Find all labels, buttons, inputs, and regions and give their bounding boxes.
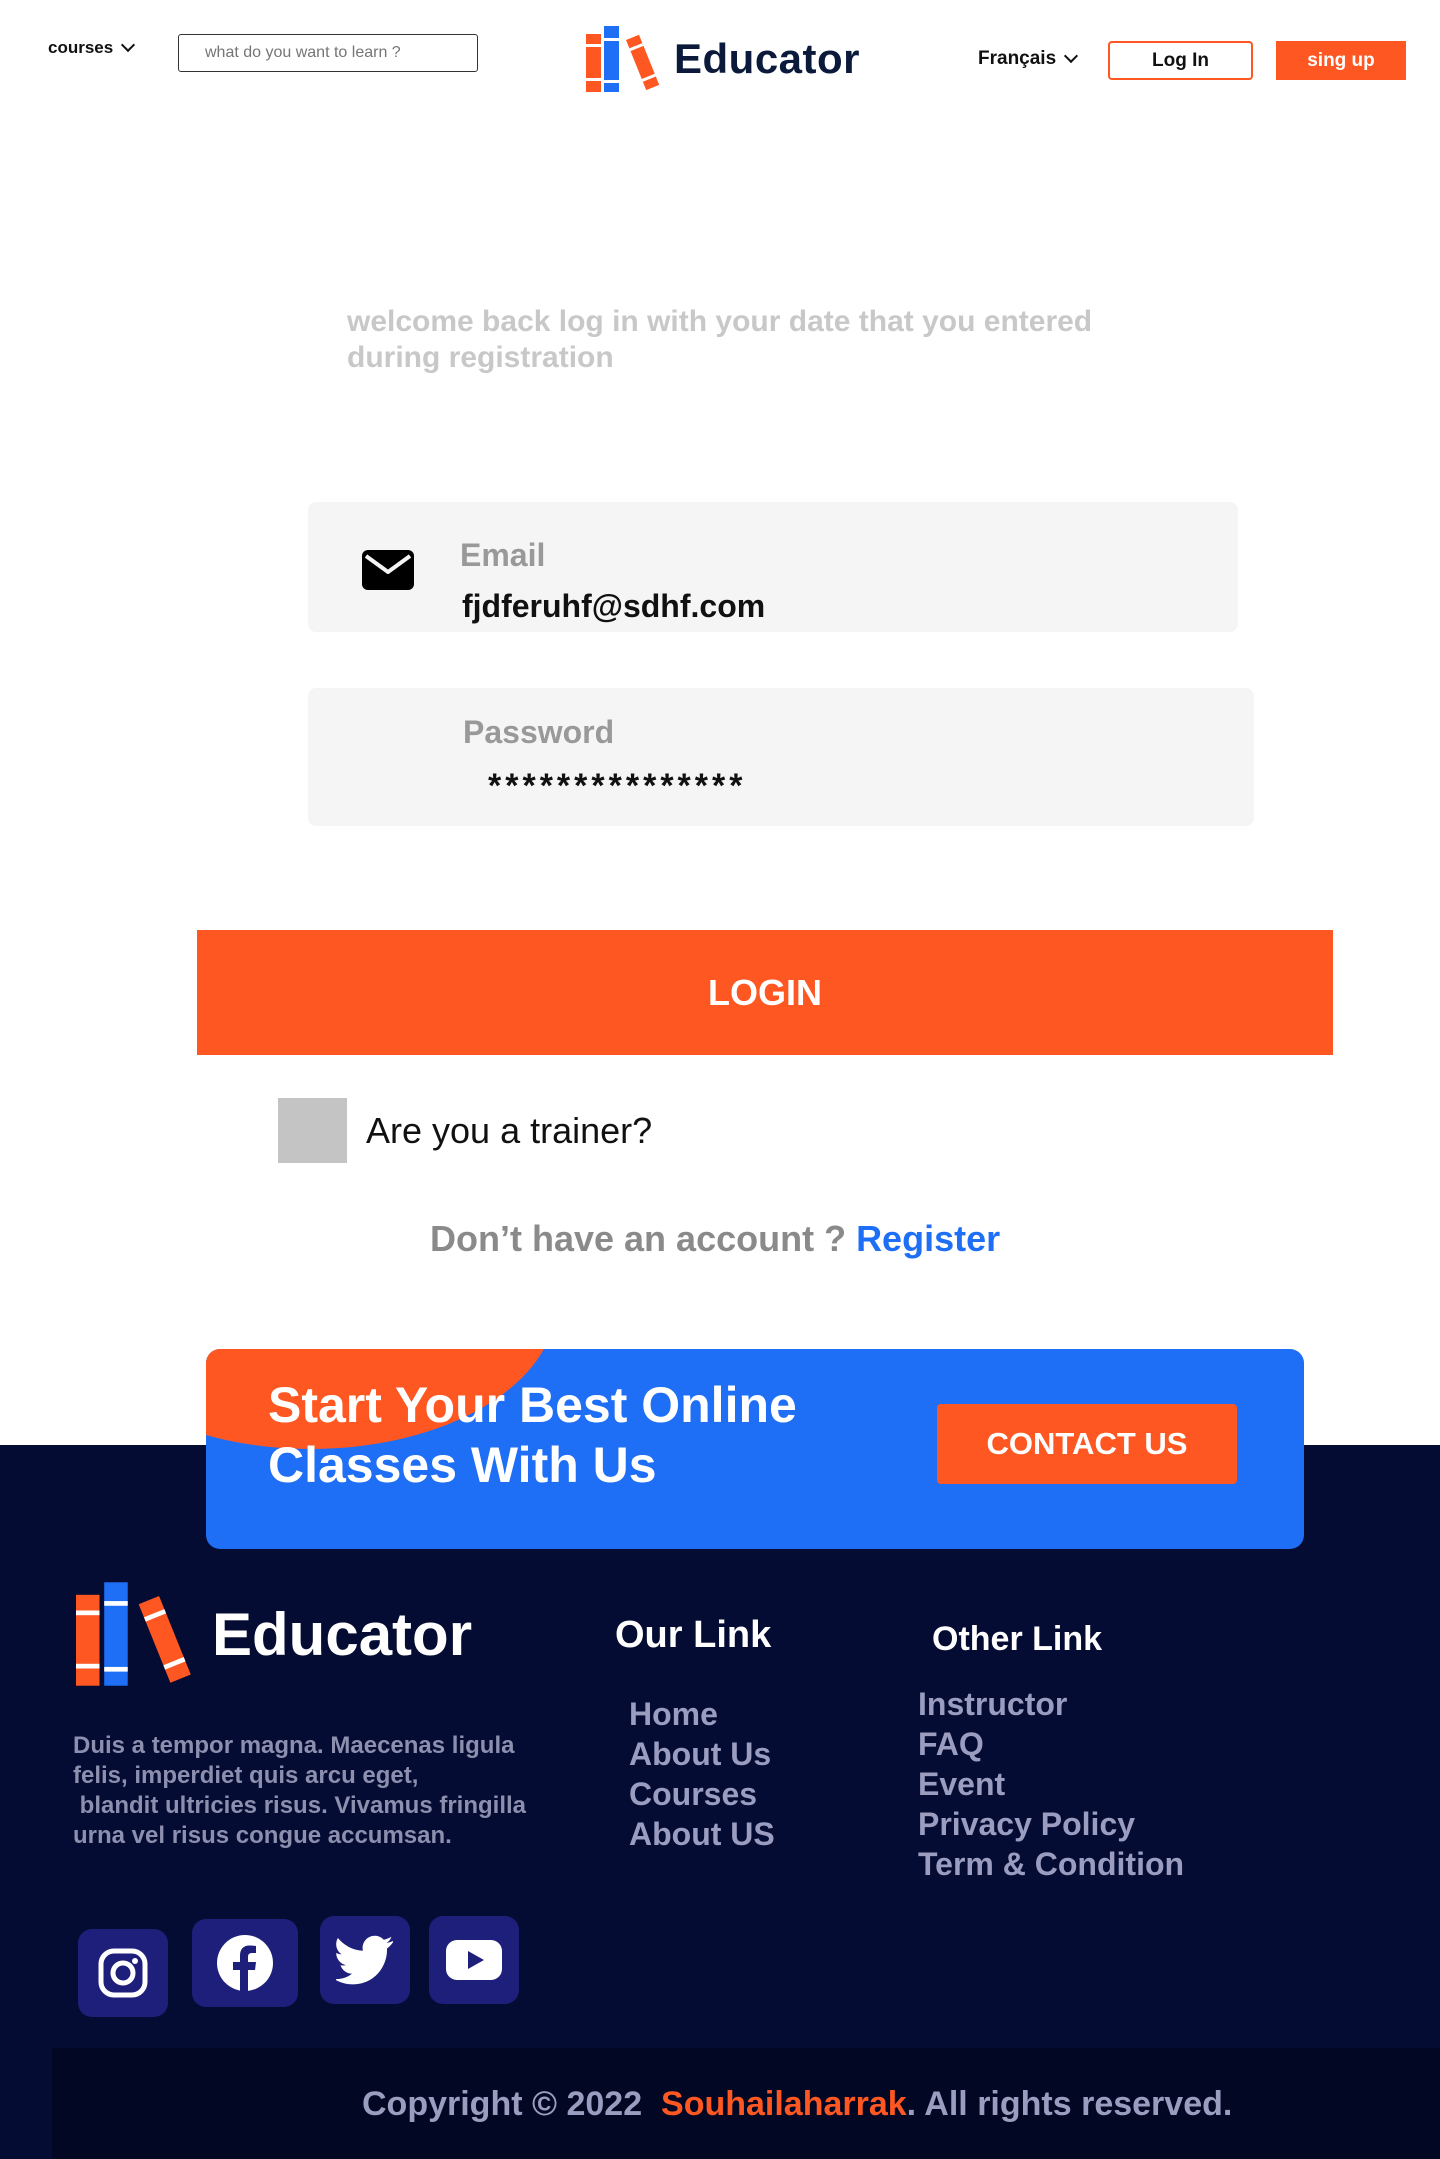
footer-brand-name: Educator (212, 1600, 473, 1668)
page: courses Educator Français Log In sing up… (0, 0, 1440, 2159)
footer-link-courses[interactable]: Courses (629, 1774, 775, 1814)
welcome-message: welcome back log in with your date that … (347, 304, 1147, 376)
contact-us-button[interactable]: CONTACT US (937, 1404, 1237, 1484)
copyright-suffix: . All rights reserved. (906, 2085, 1233, 2123)
footer-description: Duis a tempor magna. Maecenas ligula fel… (73, 1731, 573, 1851)
footer-link-event[interactable]: Event (918, 1764, 1184, 1804)
our-link-heading: Our Link (615, 1614, 772, 1656)
footer-link-privacy-policy[interactable]: Privacy Policy (918, 1804, 1184, 1844)
footer-link-about-us-2[interactable]: About US (629, 1814, 775, 1854)
instagram-button[interactable] (78, 1929, 168, 2017)
twitter-button[interactable] (320, 1916, 410, 2004)
footer-link-instructor[interactable]: Instructor (918, 1684, 1184, 1724)
email-input[interactable] (462, 584, 1162, 628)
login-button[interactable]: LOGIN (197, 930, 1333, 1055)
brand-logo[interactable]: Educator (586, 26, 860, 92)
brand-name: Educator (674, 35, 861, 82)
courses-menu[interactable]: courses (48, 37, 136, 58)
youtube-icon (446, 1940, 502, 1980)
footer-link-about-us[interactable]: About Us (629, 1734, 775, 1774)
header-login-button[interactable]: Log In (1108, 41, 1253, 80)
cta-banner: Start Your Best Online Classes With Us C… (206, 1349, 1304, 1549)
no-account-text: Don’t have an account ? (430, 1218, 857, 1259)
footer-link-faq[interactable]: FAQ (918, 1724, 1184, 1764)
mail-icon (362, 550, 414, 590)
our-links-list: Home About Us Courses About US (629, 1694, 775, 1854)
books-logo-icon (76, 1582, 191, 1686)
search-input[interactable] (178, 34, 478, 72)
footer-brand-logo[interactable]: Educator (76, 1582, 472, 1686)
cta-line-1: Start Your Best Online (268, 1377, 797, 1433)
youtube-button[interactable] (429, 1916, 519, 2004)
facebook-icon (217, 1935, 273, 1991)
password-input[interactable]: *************** (488, 767, 746, 806)
facebook-button[interactable] (192, 1919, 298, 2007)
email-label: Email (460, 537, 546, 573)
footer-description-line: urna vel risus congue accumsan. (73, 1822, 452, 1849)
welcome-line-1: welcome back log in with your date that … (347, 305, 1093, 338)
books-logo-icon (586, 26, 660, 92)
footer-link-home[interactable]: Home (629, 1694, 775, 1734)
footer-description-line: felis, imperdiet quis arcu eget, (73, 1762, 419, 1789)
copyright-text: Copyright © 2022 Souhailaharrak. All rig… (362, 2085, 1232, 2124)
register-link[interactable]: Register (856, 1218, 1000, 1259)
instagram-icon (98, 1948, 148, 1998)
twitter-icon (336, 1935, 393, 1985)
trainer-checkbox[interactable] (278, 1098, 347, 1163)
footer-description-line: blandit ultricies risus. Vivamus fringil… (73, 1792, 527, 1819)
password-label: Password (463, 714, 615, 750)
cta-heading: Start Your Best Online Classes With Us (268, 1375, 868, 1495)
language-label: Français (978, 48, 1057, 69)
welcome-line-2: during registration (347, 341, 614, 374)
courses-menu-label: courses (48, 38, 114, 57)
no-account-prompt: Don’t have an account ? Register (430, 1218, 1000, 1260)
copyright-brand-link[interactable]: Souhailaharrak (661, 2085, 907, 2123)
cta-line-2: Classes With Us (268, 1437, 657, 1493)
footer-description-line: Duis a tempor magna. Maecenas ligula (73, 1732, 515, 1759)
language-selector[interactable]: Français (978, 48, 1079, 70)
copyright-prefix: Copyright © 2022 (362, 2085, 662, 2123)
password-field[interactable] (308, 688, 1254, 826)
footer-link-terms[interactable]: Term & Condition (918, 1844, 1184, 1884)
other-links-list: Instructor FAQ Event Privacy Policy Term… (918, 1684, 1184, 1884)
chevron-down-icon (121, 37, 136, 53)
header-signup-button[interactable]: sing up (1276, 41, 1406, 80)
other-link-heading: Other Link (932, 1620, 1103, 1658)
trainer-label: Are you a trainer? (366, 1110, 653, 1151)
chevron-down-icon (1064, 48, 1079, 64)
